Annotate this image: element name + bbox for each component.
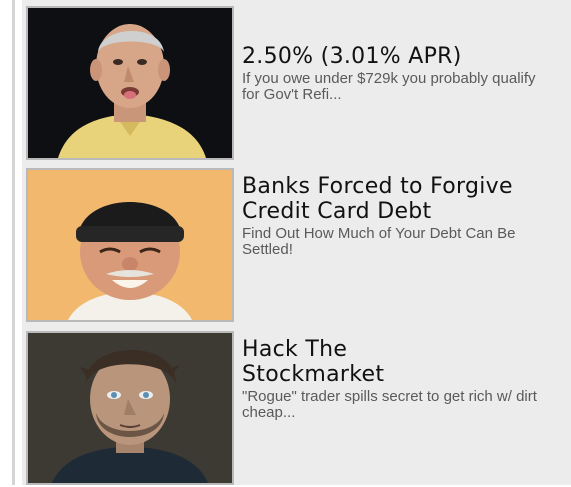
ad-thumbnail-young-man[interactable] <box>26 331 234 485</box>
sponsored-ads-panel: 2.50% (3.01% APR) If you owe under $729k… <box>22 0 571 485</box>
ad-headline[interactable]: 2.50% (3.01% APR) <box>242 44 542 69</box>
ad-headline[interactable]: Banks Forced to Forgive Credit Card Debt <box>242 174 542 224</box>
ad-description[interactable]: If you owe under $729k you probably qual… <box>242 71 542 103</box>
ad-headline[interactable]: Hack The Stockmarket <box>242 337 482 387</box>
young-man-photo <box>28 333 232 483</box>
ad-description[interactable]: Find Out How Much of Your Debt Can Be Se… <box>242 226 552 258</box>
ad-description[interactable]: "Rogue" trader spills secret to get rich… <box>242 389 552 421</box>
ad-text-block: Banks Forced to Forgive Credit Card Debt… <box>242 174 562 258</box>
ad-text-block: Hack The Stockmarket "Rogue" trader spil… <box>242 337 562 421</box>
ad-thumbnail-beanie-man[interactable] <box>26 168 234 322</box>
elderly-man-photo <box>28 8 232 158</box>
ad-text-block: 2.50% (3.01% APR) If you owe under $729k… <box>242 44 562 103</box>
ad-thumbnail-elderly-man[interactable] <box>26 6 234 160</box>
left-divider <box>12 0 15 485</box>
beanie-man-photo <box>28 170 232 320</box>
